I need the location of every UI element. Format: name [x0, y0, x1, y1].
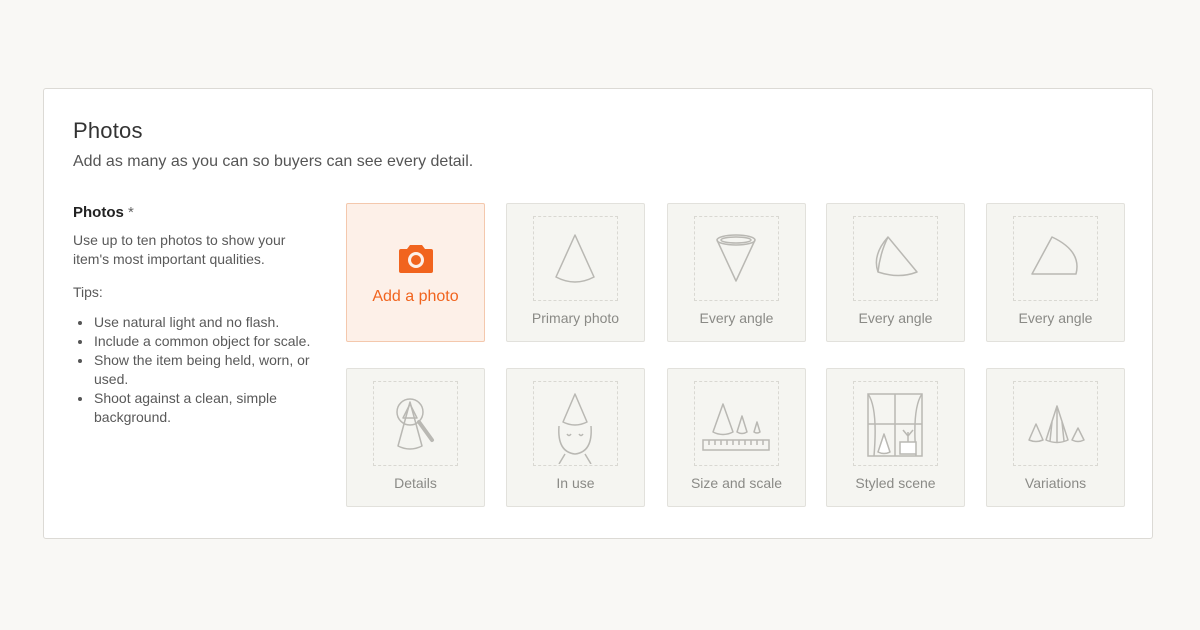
section-title: Photos — [73, 118, 143, 143]
slot-placeholder-frame — [373, 381, 458, 466]
cone-tilted-icon — [875, 236, 918, 277]
add-photo-button[interactable]: Add a photo — [346, 203, 485, 342]
photo-slot-details[interactable]: Details — [346, 368, 485, 507]
cone-icon — [555, 234, 595, 283]
slot-label: Details — [394, 475, 437, 491]
photo-slot-styled-scene[interactable]: Styled scene — [826, 368, 965, 507]
photo-slot-variations[interactable]: Variations — [986, 368, 1125, 507]
cones-ruler-icon — [702, 403, 770, 451]
photo-slot-in-use[interactable]: In use — [506, 368, 645, 507]
slot-placeholder-frame — [853, 216, 938, 301]
add-photo-label: Add a photo — [372, 288, 459, 305]
slot-placeholder-frame — [533, 216, 618, 301]
photo-slot-size-and-scale[interactable]: Size and scale — [667, 368, 806, 507]
tip-item: Use natural light and no flash. — [73, 313, 313, 332]
cone-upside-down-icon — [716, 234, 756, 282]
section-subtitle: Add as many as you can so buyers can see… — [73, 153, 474, 170]
cone-side-icon — [1031, 236, 1078, 275]
photo-slot-every-angle-3[interactable]: Every angle — [986, 203, 1125, 342]
field-label: Photos * — [73, 204, 313, 221]
tip-item: Shoot against a clean, simple background… — [73, 389, 313, 427]
cone-hat-face-icon — [558, 393, 592, 464]
field-description: Use up to ten photos to show your item's… — [73, 232, 286, 267]
magnifier-cone-icon — [396, 398, 434, 450]
camera-icon — [399, 245, 433, 273]
tip-item: Show the item being held, worn, or used. — [73, 351, 313, 389]
slot-placeholder-frame — [1013, 381, 1098, 466]
slot-label: Every angle — [858, 310, 933, 326]
required-mark: * — [128, 204, 134, 221]
slot-label: Variations — [1024, 475, 1087, 491]
tip-item: Include a common object for scale. — [73, 332, 313, 351]
slot-label: Styled scene — [855, 475, 936, 491]
photo-slot-primary[interactable]: Primary photo — [506, 203, 645, 342]
slot-label: Every angle — [699, 310, 774, 326]
slot-label: Primary photo — [531, 310, 620, 326]
photo-slot-every-angle-2[interactable]: Every angle — [826, 203, 965, 342]
field-label-text: Photos — [73, 204, 124, 221]
photos-field-info: Photos * Use up to ten photos to show yo… — [73, 204, 313, 427]
slot-placeholder-frame — [694, 216, 779, 301]
slot-placeholder-frame — [853, 381, 938, 466]
tips-list: Use natural light and no flash. Include … — [73, 313, 313, 427]
photos-card: Photos Add as many as you can so buyers … — [43, 88, 1153, 539]
three-cones-icon — [1028, 405, 1085, 444]
slot-placeholder-frame — [694, 381, 779, 466]
slot-label: In use — [556, 475, 595, 491]
slot-label: Every angle — [1018, 310, 1093, 326]
photo-slot-every-angle-1[interactable]: Every angle — [667, 203, 806, 342]
slot-placeholder-frame — [533, 381, 618, 466]
slot-label: Size and scale — [690, 475, 783, 491]
tips-label: Tips: — [73, 284, 103, 300]
slot-placeholder-frame — [1013, 216, 1098, 301]
window-scene-icon — [867, 393, 923, 457]
